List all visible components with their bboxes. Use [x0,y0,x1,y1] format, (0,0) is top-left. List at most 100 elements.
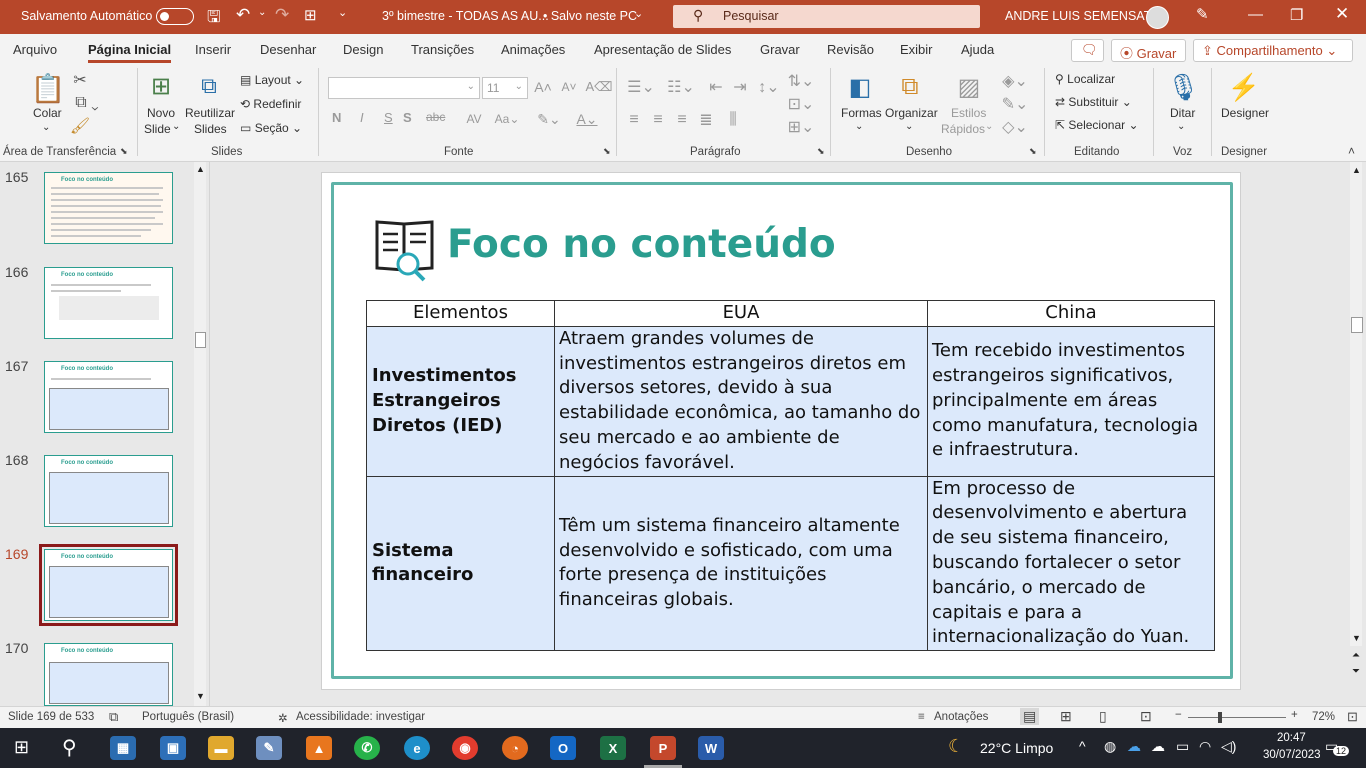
paste-label[interactable]: Colar [33,106,62,120]
shadow-button[interactable]: S [403,110,412,125]
scroll-down-icon[interactable]: ▼ [1352,633,1361,643]
quick-styles-label-1[interactable]: Estilos [951,106,986,120]
section-button[interactable]: ▭ Seção ⌄ [240,121,302,135]
change-case-icon[interactable]: Aa⌄ [495,110,520,128]
align-center-icon[interactable]: ≡ [648,110,668,130]
scroll-up-icon[interactable]: ▲ [1352,165,1361,175]
vlc-icon[interactable]: ▲ [306,736,332,760]
strikethrough-button[interactable]: abc [426,110,445,124]
zoom-slider-handle[interactable] [1218,712,1222,723]
tab-exibir[interactable]: Exibir [900,42,933,57]
slide-count[interactable]: Slide 169 de 533 [8,711,94,723]
font-launcher-icon[interactable]: ⬊ [603,146,611,157]
new-slide-label-1[interactable]: Novo [147,106,175,120]
slide-thumbnail-165[interactable]: Foco no conteúdo [44,172,173,244]
slide-thumbnail-169[interactable]: Foco no conteúdo [39,544,178,626]
layout-button[interactable]: ▤ Layout ⌄ [240,73,304,87]
align-left-icon[interactable]: ≡ [624,110,644,130]
row-china[interactable]: Tem recebido investimentos estrangeiros … [927,325,1215,477]
avatar[interactable] [1146,6,1169,29]
next-slide-icon[interactable]: ⏷ [1352,666,1360,677]
whatsapp-icon[interactable]: ✆ [354,736,380,760]
reuse-label-1[interactable]: Reutilizar [185,106,235,120]
shape-fill-icon[interactable]: ◈⌄ [1000,71,1030,91]
designer-icon[interactable]: ⚡ [1226,70,1262,104]
previous-slide-icon[interactable]: ⏶ [1352,650,1360,661]
clock-date[interactable]: 30/07/2023 [1263,749,1321,761]
save-status[interactable]: • Salvo neste PC [543,9,637,23]
font-family-select[interactable]: ⌄ [328,77,480,99]
header-elementos[interactable]: Elementos [366,300,555,327]
save-icon[interactable]: 🖫 [207,6,221,33]
bullets-icon[interactable]: ☰⌄ [624,77,658,97]
dictate-label[interactable]: Ditar [1170,106,1195,120]
clock-time[interactable]: 20:47 [1277,732,1306,744]
row-element[interactable]: Sistema financeiro [366,475,555,652]
shapes-label[interactable]: Formas [841,106,882,120]
text-direction-icon[interactable]: ⇅⌄ [788,71,815,91]
reuse-slides-icon[interactable]: ⧉ [193,70,225,102]
tab-pagina-inicial[interactable]: Página Inicial [88,42,172,63]
shapes-dropdown-icon[interactable]: ⌄ [855,121,863,132]
char-spacing-icon[interactable]: AV [463,110,485,128]
select-button[interactable]: ⇱ Selecionar ⌄ [1055,118,1139,132]
redo-icon[interactable]: ↷ [275,5,289,25]
row-eua[interactable]: Atraem grandes volumes de investimentos … [554,325,928,477]
new-slide-dropdown-icon[interactable]: ⌄ [172,121,180,132]
designer-label[interactable]: Designer [1221,106,1269,120]
paragraph-launcher-icon[interactable]: ⬊ [817,146,825,157]
camera-icon[interactable]: ◍ [1104,738,1116,755]
arrange-icon[interactable]: ⧉ [893,70,927,104]
row-eua[interactable]: Têm um sistema financeiro altamente dese… [554,475,928,652]
clipboard-launcher-icon[interactable]: ⬊ [120,146,128,157]
volume-icon[interactable]: ◁) [1221,738,1236,755]
fit-to-window-icon[interactable]: ⊡ [1347,709,1358,725]
comparison-table[interactable]: Elementos EUA China Investimentos Estran… [366,300,1215,652]
powerpoint-icon[interactable]: P [650,736,676,760]
file-explorer-icon[interactable]: ▬ [208,736,234,760]
teams-chat-icon[interactable]: ▣ [160,736,186,760]
tab-transicoes[interactable]: Transições [411,42,474,57]
record-button[interactable]: ⦿ Gravar [1111,39,1186,62]
word-icon[interactable]: W [698,736,724,760]
italic-button[interactable]: I [360,110,364,125]
new-slide-icon[interactable]: ⊞ [145,70,177,102]
scrollbar-thumb[interactable] [195,332,206,348]
scroll-down-icon[interactable]: ▼ [196,691,205,701]
replace-button[interactable]: ⇄ Substituir ⌄ [1055,95,1132,109]
outlook-icon[interactable]: O [550,736,576,760]
microphone-icon[interactable]: 🎙 [1166,70,1200,104]
decrease-font-icon[interactable]: A˅ [560,77,578,97]
autosave-toggle[interactable] [156,8,194,25]
columns-icon[interactable]: ⫼ [722,110,744,130]
underline-button[interactable]: S [384,110,393,125]
reuse-label-2[interactable]: Slides [194,122,227,136]
reading-view-icon[interactable]: ▯ [1099,708,1107,725]
slide-sorter-icon[interactable]: ⊞ [1060,708,1072,725]
drawing-launcher-icon[interactable]: ⬊ [1029,146,1037,157]
header-eua[interactable]: EUA [554,300,928,327]
clear-formatting-icon[interactable]: A⌫ [585,77,612,97]
excel-icon[interactable]: X [600,736,626,760]
chevron-up-icon[interactable]: ^ [1079,738,1086,754]
arrange-dropdown-icon[interactable]: ⌄ [905,121,913,132]
font-size-select[interactable]: 11 ⌄ [482,77,528,99]
accessibility-status[interactable]: Acessibilidade: investigar [296,711,425,723]
quick-styles-label-2[interactable]: Rápidos [941,122,985,136]
edge-icon[interactable]: e [404,736,430,760]
tab-inserir[interactable]: Inserir [195,42,231,57]
row-element[interactable]: Investimentos Estrangeiros Diretos (IED) [366,325,555,477]
weather[interactable]: 22°C Limpo [980,740,1053,756]
cut-icon[interactable]: ✂ [70,71,90,89]
slide-thumbnail-166[interactable]: Foco no conteúdo [44,267,173,339]
new-slide-label-2[interactable]: Slide [144,122,171,136]
firefox-icon[interactable]: ◔ [502,736,528,760]
increase-font-icon[interactable]: A˄ [534,77,552,97]
zoom-in-icon[interactable]: + [1291,709,1298,721]
decrease-indent-icon[interactable]: ⇤ [706,77,726,97]
collapse-ribbon-icon[interactable]: ˄ [1348,144,1355,158]
network-icon[interactable]: ▭ [1176,738,1189,755]
document-title[interactable]: 3º bimestre - TODAS AS AU... [382,9,549,23]
customize-qat-icon[interactable]: ⌄ [338,6,347,19]
present-icon[interactable]: ⊞ [304,6,317,24]
